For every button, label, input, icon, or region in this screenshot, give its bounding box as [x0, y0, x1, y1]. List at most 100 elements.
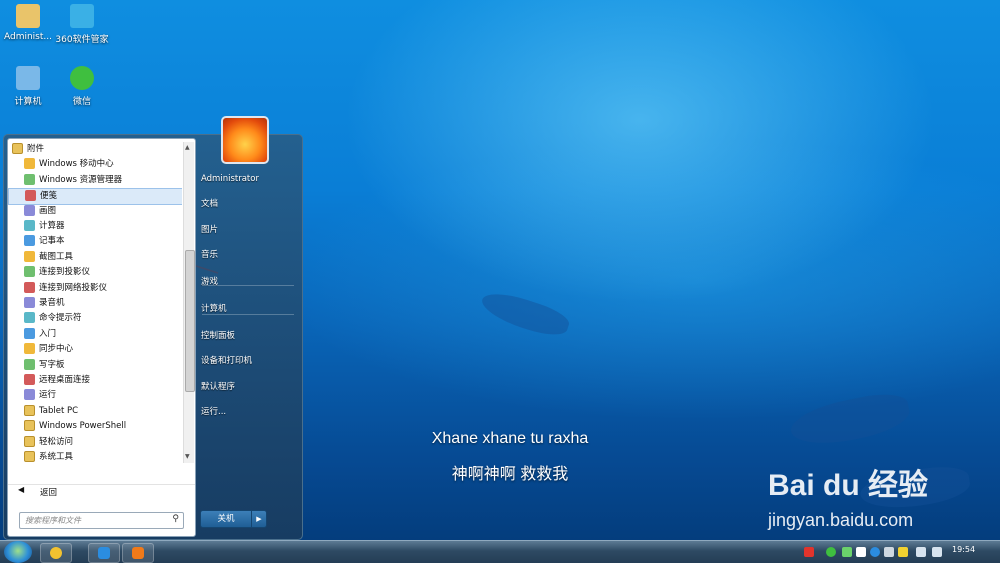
taskbar-clock[interactable]: 19:54: [952, 545, 975, 554]
program-icon: [24, 204, 35, 216]
program-label: 命令提示符: [39, 313, 82, 324]
program-item[interactable]: 命令提示符: [8, 311, 182, 326]
program-icon: [24, 358, 35, 370]
program-item[interactable]: 写字板: [8, 358, 182, 373]
program-icon: [24, 327, 35, 339]
shutdown-button[interactable]: 关机: [200, 510, 252, 528]
program-item[interactable]: 轻松访问: [8, 435, 182, 450]
folder-icon: [24, 435, 35, 447]
folder-icon: [12, 143, 23, 154]
start-search-box[interactable]: 搜索程序和文件 ⚲: [19, 512, 184, 529]
program-label: 写字板: [39, 359, 65, 370]
start-right-item[interactable]: 运行...: [201, 402, 295, 422]
program-label: 截图工具: [39, 251, 74, 262]
program-icon: [24, 343, 35, 355]
program-item[interactable]: 系统工具: [8, 450, 182, 464]
program-item[interactable]: 入门: [8, 327, 182, 342]
start-right-item[interactable]: 图片: [201, 220, 295, 240]
program-icon: [24, 235, 35, 247]
kugou-icon: [98, 547, 110, 559]
volume-icon[interactable]: [932, 547, 942, 557]
360-tray-icon[interactable]: [842, 547, 852, 557]
program-item[interactable]: Windows PowerShell: [8, 419, 182, 434]
program-label: 远程桌面连接: [39, 375, 91, 385]
program-label: 便笺: [40, 191, 58, 202]
program-label: 同步中心: [39, 344, 74, 355]
usb-icon[interactable]: [884, 547, 894, 557]
program-icon: [24, 220, 35, 231]
360-icon: [50, 547, 62, 559]
folder-icon: [24, 404, 35, 416]
security-tray-icon[interactable]: [898, 547, 908, 557]
program-label: Windows 移动中心: [39, 159, 114, 170]
network-icon[interactable]: [916, 547, 926, 557]
browser-icon: [132, 547, 144, 559]
back-button[interactable]: ◀ 返回: [8, 484, 195, 499]
kugou-tray-icon[interactable]: [870, 547, 880, 557]
search-icon: ⚲: [172, 514, 179, 524]
program-item[interactable]: 连接到网络投影仪: [8, 281, 182, 296]
program-item[interactable]: 附件: [8, 142, 182, 157]
all-programs-list: 附件 Windows 移动中心 Windows 资源管理器 便笺画图计算器记事本截图工…: [8, 142, 182, 464]
start-right-item[interactable]: Administrator: [201, 169, 295, 189]
program-icon: [24, 312, 35, 324]
program-item[interactable]: 运行: [8, 388, 182, 403]
program-item[interactable]: Tablet PC: [8, 404, 182, 419]
program-item[interactable]: 截图工具: [8, 250, 182, 265]
programs-scrollbar[interactable]: ▲ ▼: [183, 142, 195, 463]
taskbar-app-360[interactable]: [40, 543, 72, 563]
program-item[interactable]: 画图: [8, 204, 182, 219]
taskbar-app-browser[interactable]: [122, 543, 154, 563]
scroll-down-arrow[interactable]: ▼: [185, 453, 190, 460]
program-icon: [24, 297, 35, 308]
start-menu-programs-pane: 附件 Windows 移动中心 Windows 资源管理器 便笺画图计算器记事本截图工…: [7, 138, 196, 537]
start-right-item[interactable]: 计算机: [201, 299, 295, 319]
program-item[interactable]: 计算器: [8, 219, 182, 234]
scroll-up-arrow[interactable]: ▲: [185, 144, 190, 151]
taskbar-app-kugou[interactable]: [88, 543, 120, 563]
taskbar: [0, 540, 1000, 563]
start-right-item[interactable]: 默认程序: [201, 377, 295, 397]
notification-icon[interactable]: [856, 547, 866, 557]
program-item[interactable]: Windows 移动中心: [8, 157, 182, 172]
start-right-item[interactable]: 控制面板: [201, 326, 295, 346]
program-icon: [24, 173, 35, 185]
program-item[interactable]: Windows 资源管理器: [8, 173, 182, 188]
program-label: 画图: [39, 205, 57, 216]
program-icon: [24, 250, 35, 262]
start-right-item[interactable]: 音乐: [201, 245, 295, 265]
back-label: 返回: [40, 488, 58, 498]
user-avatar[interactable]: [221, 116, 269, 164]
program-item[interactable]: 记事本: [8, 234, 182, 249]
start-orb-button[interactable]: [4, 541, 32, 563]
program-label: Windows 资源管理器: [39, 174, 123, 185]
wechat-tray-icon[interactable]: [826, 547, 836, 557]
search-placeholder: 搜索程序和文件: [25, 516, 81, 525]
program-label: 附件: [27, 144, 45, 154]
program-item[interactable]: 同步中心: [8, 342, 182, 357]
program-icon: [24, 281, 35, 293]
program-label: Tablet PC: [39, 405, 79, 416]
sogou-input-icon[interactable]: [804, 547, 814, 557]
program-label: 记事本: [39, 236, 65, 247]
start-right-item[interactable]: 游戏: [201, 272, 295, 292]
program-icon: [24, 266, 35, 278]
program-label: 连接到网络投影仪: [39, 282, 108, 293]
program-label: 运行: [39, 390, 57, 401]
start-right-item[interactable]: 设备和打印机: [201, 351, 295, 371]
program-label: 录音机: [39, 298, 65, 308]
program-item[interactable]: 远程桌面连接: [8, 373, 182, 388]
folder-icon: [24, 451, 35, 462]
scrollbar-thumb[interactable]: [185, 250, 195, 392]
program-icon: [24, 158, 35, 170]
program-label: 连接到投影仪: [39, 267, 91, 278]
program-item[interactable]: 录音机: [8, 296, 182, 311]
back-arrow-icon: ◀: [18, 485, 25, 494]
program-icon: [24, 374, 35, 385]
program-item[interactable]: 连接到投影仪: [8, 265, 182, 280]
start-right-item[interactable]: 文档: [201, 194, 295, 214]
program-icon: [24, 389, 35, 401]
start-menu: 附件 Windows 移动中心 Windows 资源管理器 便笺画图计算器记事本截图工…: [3, 134, 303, 540]
shutdown-options-arrow[interactable]: ▶: [251, 510, 267, 528]
program-label: Windows PowerShell: [39, 421, 127, 432]
